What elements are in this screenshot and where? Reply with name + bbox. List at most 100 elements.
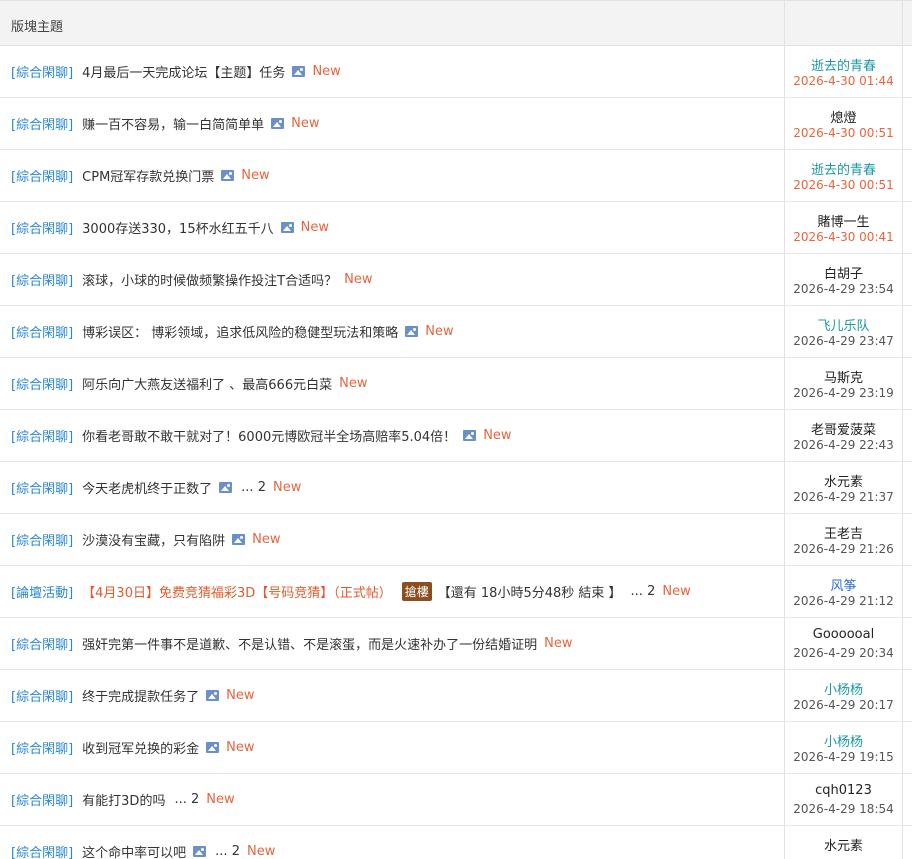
last-post-user[interactable]: 賭博一生 — [785, 211, 902, 230]
last-post-time[interactable]: 2026-4-29 21:12 — [785, 594, 902, 608]
last-post-time[interactable]: 2026-4-29 21:26 — [785, 542, 902, 556]
new-badge: New — [252, 532, 281, 547]
category-link[interactable]: [綜合閑聊] — [11, 426, 73, 445]
category-link[interactable]: [綜合閑聊] — [11, 738, 73, 757]
last-post-user[interactable]: 水元素 — [785, 835, 902, 854]
last-post-time[interactable]: 2026-4-29 23:19 — [785, 386, 902, 400]
thread-title-link[interactable]: 博彩误区： 博彩领域，追求低风险的稳健型玩法和策略 — [82, 322, 398, 341]
thread-list: 版塊主題 [綜合閑聊] 4月最后一天完成论坛【主题】任务 New 逝去的青春 2026-… — [0, 0, 912, 859]
last-post-time[interactable]: 2026-4-30 00:41 — [785, 230, 902, 244]
last-post-cell: 賭博一生 2026-4-30 00:41 — [785, 202, 902, 253]
thread-title-link[interactable]: 4月最后一天完成论坛【主题】任务 — [82, 62, 285, 81]
thread-list-header: 版塊主題 — [0, 0, 912, 46]
thread-title-link[interactable]: 收到冠军兑换的彩金 — [82, 738, 199, 757]
header-title: 版塊主題 — [11, 20, 64, 35]
thread-title-link[interactable]: 【4月30日】免费竞猜福彩3D【号码竞猜】（正式帖） — [82, 582, 392, 601]
new-badge: New — [272, 480, 302, 495]
thread-title-link[interactable]: 赚一百不容易，输一白简简单单 — [82, 114, 264, 133]
thread-title-cell: [綜合閑聊] 4月最后一天完成论坛【主题】任务 New — [11, 46, 781, 97]
category-link[interactable]: [綜合閑聊] — [11, 374, 73, 393]
category-link[interactable]: [綜合閑聊] — [11, 218, 73, 237]
thread-title-link[interactable]: 今天老虎机终于正数了 — [82, 478, 212, 497]
last-post-user[interactable]: 马斯克 — [785, 367, 902, 386]
image-attachment-icon — [206, 690, 220, 701]
new-badge: New — [483, 428, 512, 443]
last-post-time[interactable]: 2026-4-29 23:54 — [785, 282, 902, 296]
last-post-time[interactable]: 2026-4-29 20:34 — [785, 646, 902, 660]
last-post-cell: Goooooal 2026-4-29 20:34 — [785, 618, 902, 669]
category-link[interactable]: [論壇活動] — [11, 582, 73, 601]
countdown-text: 【還有 18小時5分48秒 結束 】 — [437, 586, 622, 601]
thread-title-link[interactable]: 沙漠没有宝藏，只有陷阱 — [82, 530, 225, 549]
category-link[interactable]: [綜合閑聊] — [11, 842, 73, 859]
new-badge: New — [206, 792, 235, 807]
thread-title-link[interactable]: 有能打3D的吗 — [82, 790, 165, 809]
category-link[interactable]: [綜合閑聊] — [11, 790, 73, 809]
last-post-user[interactable]: 小杨杨 — [785, 731, 902, 750]
last-post-time[interactable]: 2026-4-30 00:51 — [785, 178, 902, 192]
category-link[interactable]: [綜合閑聊] — [11, 114, 73, 133]
thread-title-link[interactable]: 你看老哥敢不敢干就对了！6000元博欧冠半全场高赔率5.04倍！ — [82, 426, 456, 445]
last-post-time[interactable]: 2026-4-29 19:15 — [785, 750, 902, 764]
thread-title-link[interactable]: 这个命中率可以吧 — [82, 842, 186, 859]
last-post-user[interactable]: 水元素 — [785, 471, 902, 490]
new-badge: New — [425, 324, 454, 339]
new-badge: New — [312, 64, 341, 79]
last-post-time[interactable]: 2026-4-29 21:37 — [785, 490, 902, 504]
page-link[interactable]: ... 2 — [215, 844, 240, 859]
category-link[interactable]: [綜合閑聊] — [11, 478, 73, 497]
category-link[interactable]: [綜合閑聊] — [11, 530, 73, 549]
last-post-user[interactable]: 熄燈 — [785, 107, 902, 126]
thread-title-cell: [綜合閑聊] 今天老虎机终于正数了 ... 2 New — [11, 462, 781, 513]
category-link[interactable]: [綜合閑聊] — [11, 62, 73, 81]
thread-title-cell: [綜合閑聊] 这个命中率可以吧 ... 2 New — [11, 826, 781, 859]
last-post-cell: 老哥爱菠菜 2026-4-29 22:43 — [785, 410, 902, 461]
last-post-cell: 飞儿乐队 2026-4-29 23:47 — [785, 306, 902, 357]
image-attachment-icon — [280, 222, 294, 233]
thread-title-link[interactable]: 终于完成提款任务了 — [82, 686, 199, 705]
thread-row: [綜合閑聊] 沙漠没有宝藏，只有陷阱 New 王老吉 2026-4-29 21:26 — [0, 514, 912, 566]
thread-title-link[interactable]: 强奸完第一件事不是道歉、不是认错、不是滚蛋，而是火速补办了一份结婚证明 — [82, 634, 537, 653]
image-attachment-icon — [405, 326, 419, 337]
page-link[interactable]: ... 2 — [241, 480, 266, 495]
last-post-time[interactable]: 2026-4-29 20:17 — [785, 698, 902, 712]
last-post-user[interactable]: 王老吉 — [785, 523, 902, 542]
last-post-cell: 水元素 — [785, 826, 902, 859]
last-post-cell: 逝去的青春 2026-4-30 01:44 — [785, 46, 902, 97]
page-link[interactable]: ... 2 — [174, 792, 199, 807]
last-post-time[interactable]: 2026-4-29 18:54 — [785, 802, 902, 816]
last-post-user[interactable]: 逝去的青春 — [785, 159, 902, 178]
last-post-user[interactable]: 老哥爱菠菜 — [785, 419, 902, 438]
thread-title-link[interactable]: 3000存送330，15杯水红五千八 — [82, 218, 273, 237]
page-link[interactable]: ... 2 — [631, 584, 656, 599]
thread-row: [綜合閑聊] 赚一百不容易，输一白简简单单 New 熄燈 2026-4-30 00:51 — [0, 98, 912, 150]
category-link[interactable]: [綜合閑聊] — [11, 166, 73, 185]
last-post-time[interactable]: 2026-4-29 22:43 — [785, 438, 902, 452]
thread-title-cell: [綜合閑聊] 3000存送330，15杯水红五千八 New — [11, 202, 781, 253]
last-post-time[interactable]: 2026-4-29 23:47 — [785, 334, 902, 348]
thread-title-cell: [綜合閑聊] 强奸完第一件事不是道歉、不是认错、不是滚蛋，而是火速补办了一份结婚证… — [11, 618, 781, 669]
thread-title-link[interactable]: 阿乐向广大燕友送福利了 、最高666元白菜 — [82, 374, 332, 393]
last-post-user[interactable]: 飞儿乐队 — [785, 315, 902, 334]
category-link[interactable]: [綜合閑聊] — [11, 270, 73, 289]
category-link[interactable]: [綜合閑聊] — [11, 634, 73, 653]
last-post-user[interactable]: Goooooal — [785, 627, 902, 642]
category-link[interactable]: [綜合閑聊] — [11, 322, 73, 341]
last-post-user[interactable]: cqh0123 — [785, 783, 902, 798]
thread-title-cell: [綜合閑聊] 滚球，小球的时候做频繁操作投注T合适吗？ New — [11, 254, 781, 305]
thread-row: [綜合閑聊] 你看老哥敢不敢干就对了！6000元博欧冠半全场高赔率5.04倍！ Ne… — [0, 410, 912, 462]
last-post-time[interactable]: 2026-4-30 00:51 — [785, 126, 902, 140]
last-post-user[interactable]: 逝去的青春 — [785, 55, 902, 74]
thread-title-link[interactable]: 滚球，小球的时候做频繁操作投注T合适吗？ — [82, 270, 337, 289]
last-post-user[interactable]: 小杨杨 — [785, 679, 902, 698]
thread-title-link[interactable]: CPM冠军存款兑换门票 — [82, 166, 214, 185]
last-post-time[interactable]: 2026-4-30 01:44 — [785, 74, 902, 88]
last-post-cell: 熄燈 2026-4-30 00:51 — [785, 98, 902, 149]
image-attachment-icon — [221, 170, 235, 181]
last-post-user[interactable]: 风筝 — [785, 575, 902, 594]
thread-row: [綜合閑聊] 收到冠军兑换的彩金 New 小杨杨 2026-4-29 19:15 — [0, 722, 912, 774]
category-link[interactable]: [綜合閑聊] — [11, 686, 73, 705]
last-post-cell: 白胡子 2026-4-29 23:54 — [785, 254, 902, 305]
thread-row: [綜合閑聊] 今天老虎机终于正数了 ... 2 New 水元素 2026-4-29 21:… — [0, 462, 912, 514]
last-post-user[interactable]: 白胡子 — [785, 263, 902, 282]
